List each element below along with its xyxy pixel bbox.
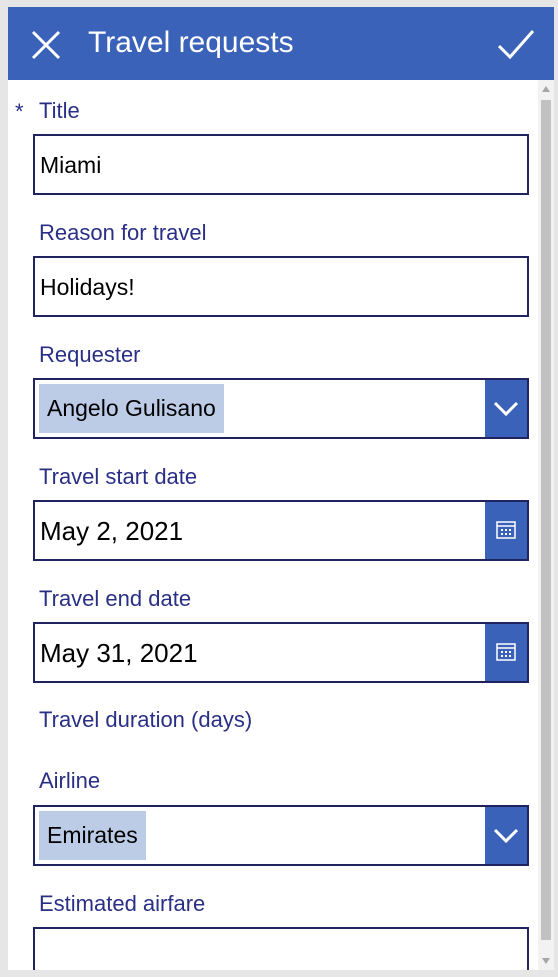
calendar-icon: [496, 521, 516, 539]
calendar-icon: [496, 643, 516, 661]
title-value: Miami: [40, 152, 102, 178]
requester-combobox[interactable]: Angelo Gulisano: [33, 378, 529, 439]
duration-label: Travel duration (days): [39, 707, 253, 732]
title-label: Title: [39, 98, 80, 123]
start-date-picker[interactable]: May 2, 2021: [33, 500, 529, 561]
requester-dropdown-button[interactable]: [485, 380, 527, 437]
checkmark-icon: [497, 30, 535, 60]
start-date-value: May 2, 2021: [40, 516, 184, 546]
scrollbar[interactable]: [538, 80, 554, 970]
chevron-down-icon: [493, 828, 519, 844]
submit-button[interactable]: [496, 25, 536, 65]
end-date-picker[interactable]: May 31, 2021: [33, 622, 529, 683]
scrollbar-thumb[interactable]: [541, 100, 551, 940]
reason-value: Holidays!: [40, 274, 135, 300]
app-window: Travel requests * Title Miami Reason for…: [8, 7, 554, 970]
airline-label: Airline: [39, 768, 101, 793]
requester-label: Requester: [39, 342, 141, 367]
reason-label: Reason for travel: [39, 220, 207, 245]
close-icon: [31, 30, 61, 60]
airfare-label: Estimated airfare: [39, 891, 206, 916]
end-date-label: Travel end date: [39, 586, 192, 611]
scroll-up-icon[interactable]: [542, 86, 550, 92]
header-bar: Travel requests: [8, 7, 554, 80]
start-date-label: Travel start date: [39, 464, 198, 489]
scroll-down-icon[interactable]: [542, 958, 550, 964]
reason-input[interactable]: Holidays!: [33, 256, 529, 317]
airline-combobox[interactable]: Emirates: [33, 805, 529, 866]
airline-selected-item[interactable]: Emirates: [39, 811, 146, 860]
end-date-calendar-button[interactable]: [485, 624, 527, 681]
chevron-down-icon: [493, 401, 519, 417]
close-button[interactable]: [28, 27, 64, 63]
airline-dropdown-button[interactable]: [485, 807, 527, 864]
page-title: Travel requests: [88, 26, 294, 59]
requester-selected-item[interactable]: Angelo Gulisano: [39, 384, 224, 433]
airfare-input[interactable]: [33, 927, 529, 970]
end-date-value: May 31, 2021: [40, 638, 198, 668]
start-date-calendar-button[interactable]: [485, 502, 527, 559]
title-input[interactable]: Miami: [33, 134, 529, 195]
required-marker: *: [15, 99, 24, 124]
